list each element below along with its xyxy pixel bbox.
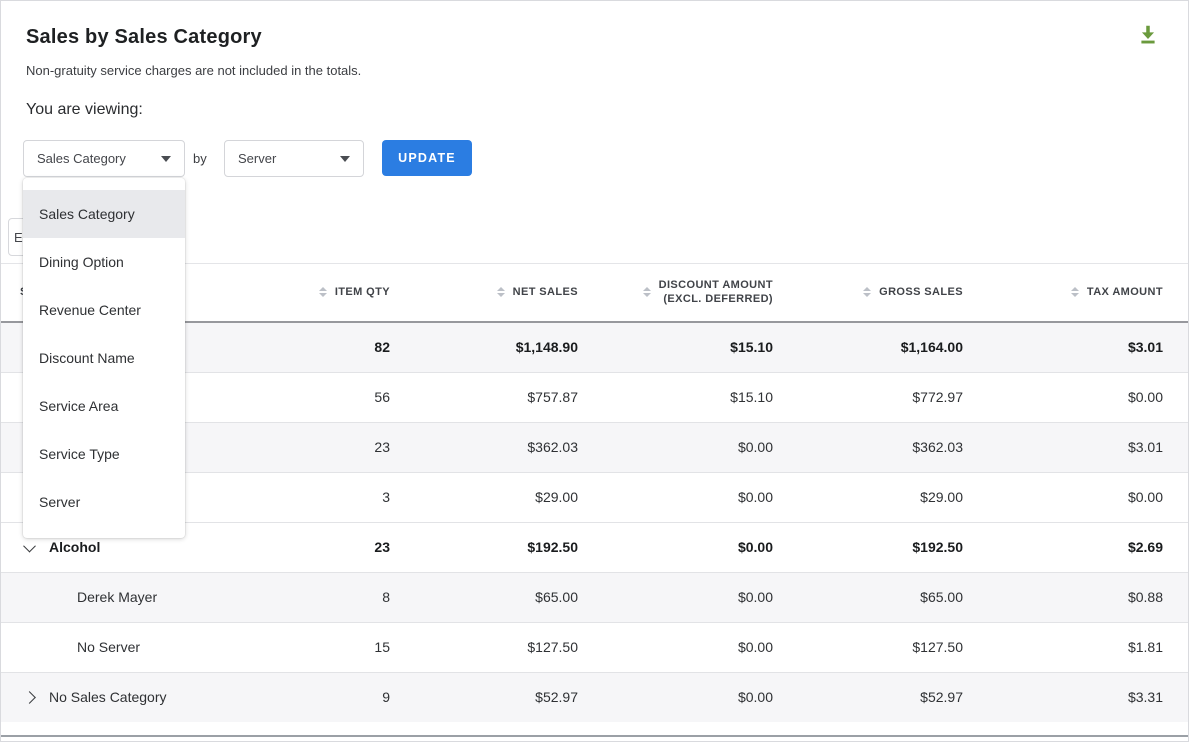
cell-tax-amount: $0.88 <box>963 572 1189 622</box>
chevron-down-icon <box>161 156 171 162</box>
column-header-net-sales[interactable]: NET SALES <box>390 263 578 322</box>
sort-icon[interactable] <box>863 287 871 297</box>
row-label[interactable]: Alcohol <box>49 539 100 555</box>
column-header-tax-amount[interactable]: TAX AMOUNT <box>963 263 1189 322</box>
cell-net-sales: $1,148.90 <box>390 322 578 372</box>
column-header-gross-sales[interactable]: GROSS SALES <box>773 263 963 322</box>
page-title: Sales by Sales Category <box>26 26 262 49</box>
cell-gross-sales: $772.97 <box>773 372 963 422</box>
row-label: Derek Mayer <box>77 589 157 605</box>
cell-net-sales: $29.00 <box>390 472 578 522</box>
cell-tax-amount: $0.00 <box>963 372 1189 422</box>
subgroup-by-select-value: Server <box>238 151 276 166</box>
cell-net-sales: $52.97 <box>390 672 578 722</box>
cell-discount-amount: $0.00 <box>578 672 773 722</box>
sort-icon[interactable] <box>497 287 505 297</box>
group-by-select[interactable]: Sales Category <box>23 140 185 177</box>
dropdown-option[interactable]: Revenue Center <box>23 286 185 334</box>
chevron-right-icon[interactable] <box>23 691 36 704</box>
dropdown-option[interactable]: Server <box>23 478 185 526</box>
cell-net-sales: $65.00 <box>390 572 578 622</box>
cell-gross-sales: $362.03 <box>773 422 963 472</box>
cell-item-qty: 9 <box>300 672 390 722</box>
sort-icon[interactable] <box>643 287 651 297</box>
cell-tax-amount: $3.01 <box>963 322 1189 372</box>
column-header-discount-amount[interactable]: DISCOUNT AMOUNT (EXCL. DEFERRED) <box>578 263 773 322</box>
row-label: No Server <box>77 639 140 655</box>
download-icon <box>1137 23 1159 45</box>
update-button[interactable]: UPDATE <box>382 140 472 176</box>
cell-discount-amount: $0.00 <box>578 622 773 672</box>
cell-discount-amount: $0.00 <box>578 572 773 622</box>
by-label: by <box>193 151 207 166</box>
cell-tax-amount: $2.69 <box>963 522 1189 572</box>
cell-gross-sales: $192.50 <box>773 522 963 572</box>
dropdown-option[interactable]: Service Type <box>23 430 185 478</box>
cell-discount-amount: $0.00 <box>578 472 773 522</box>
report-subtitle: Non-gratuity service charges are not inc… <box>26 63 361 78</box>
viewing-label: You are viewing: <box>26 101 143 119</box>
dropdown-option[interactable]: Service Area <box>23 382 185 430</box>
dropdown-option[interactable]: Sales Category <box>23 190 185 238</box>
cell-gross-sales: $52.97 <box>773 672 963 722</box>
cell-item-qty: 82 <box>300 322 390 372</box>
table-row: No Sales Category9$52.97$0.00$52.97$3.31 <box>0 672 1189 722</box>
group-by-dropdown-menu: Sales CategoryDining OptionRevenue Cente… <box>23 178 185 538</box>
cell-tax-amount: $3.01 <box>963 422 1189 472</box>
dropdown-option[interactable]: Discount Name <box>23 334 185 382</box>
cell-gross-sales: $1,164.00 <box>773 322 963 372</box>
cell-gross-sales: $65.00 <box>773 572 963 622</box>
cell-gross-sales: $127.50 <box>773 622 963 672</box>
cell-tax-amount: $1.81 <box>963 622 1189 672</box>
export-button-visible-text: E <box>14 230 23 245</box>
cell-discount-amount: $15.10 <box>578 322 773 372</box>
sort-icon[interactable] <box>319 287 327 297</box>
cell-discount-amount: $0.00 <box>578 522 773 572</box>
cell-item-qty: 15 <box>300 622 390 672</box>
cell-net-sales: $192.50 <box>390 522 578 572</box>
cell-item-qty: 23 <box>300 422 390 472</box>
cell-tax-amount: $3.31 <box>963 672 1189 722</box>
column-header-item-qty[interactable]: ITEM QTY <box>300 263 390 322</box>
cell-item-qty: 23 <box>300 522 390 572</box>
cell-discount-amount: $15.10 <box>578 372 773 422</box>
cell-net-sales: $362.03 <box>390 422 578 472</box>
group-by-select-value: Sales Category <box>37 151 126 166</box>
table-row: No Server15$127.50$0.00$127.50$1.81 <box>0 622 1189 672</box>
table-bottom-divider <box>0 735 1189 737</box>
cell-item-qty: 8 <box>300 572 390 622</box>
sort-icon[interactable] <box>1071 287 1079 297</box>
subgroup-by-select[interactable]: Server <box>224 140 364 177</box>
cell-item-qty: 3 <box>300 472 390 522</box>
row-label[interactable]: No Sales Category <box>49 689 167 705</box>
cell-gross-sales: $29.00 <box>773 472 963 522</box>
dropdown-option[interactable]: Dining Option <box>23 238 185 286</box>
cell-net-sales: $757.87 <box>390 372 578 422</box>
cell-item-qty: 56 <box>300 372 390 422</box>
cell-discount-amount: $0.00 <box>578 422 773 472</box>
chevron-down-icon <box>340 156 350 162</box>
chevron-down-icon[interactable] <box>23 539 36 552</box>
table-row: Derek Mayer8$65.00$0.00$65.00$0.88 <box>0 572 1189 622</box>
cell-tax-amount: $0.00 <box>963 472 1189 522</box>
download-button[interactable] <box>1135 22 1161 48</box>
cell-net-sales: $127.50 <box>390 622 578 672</box>
